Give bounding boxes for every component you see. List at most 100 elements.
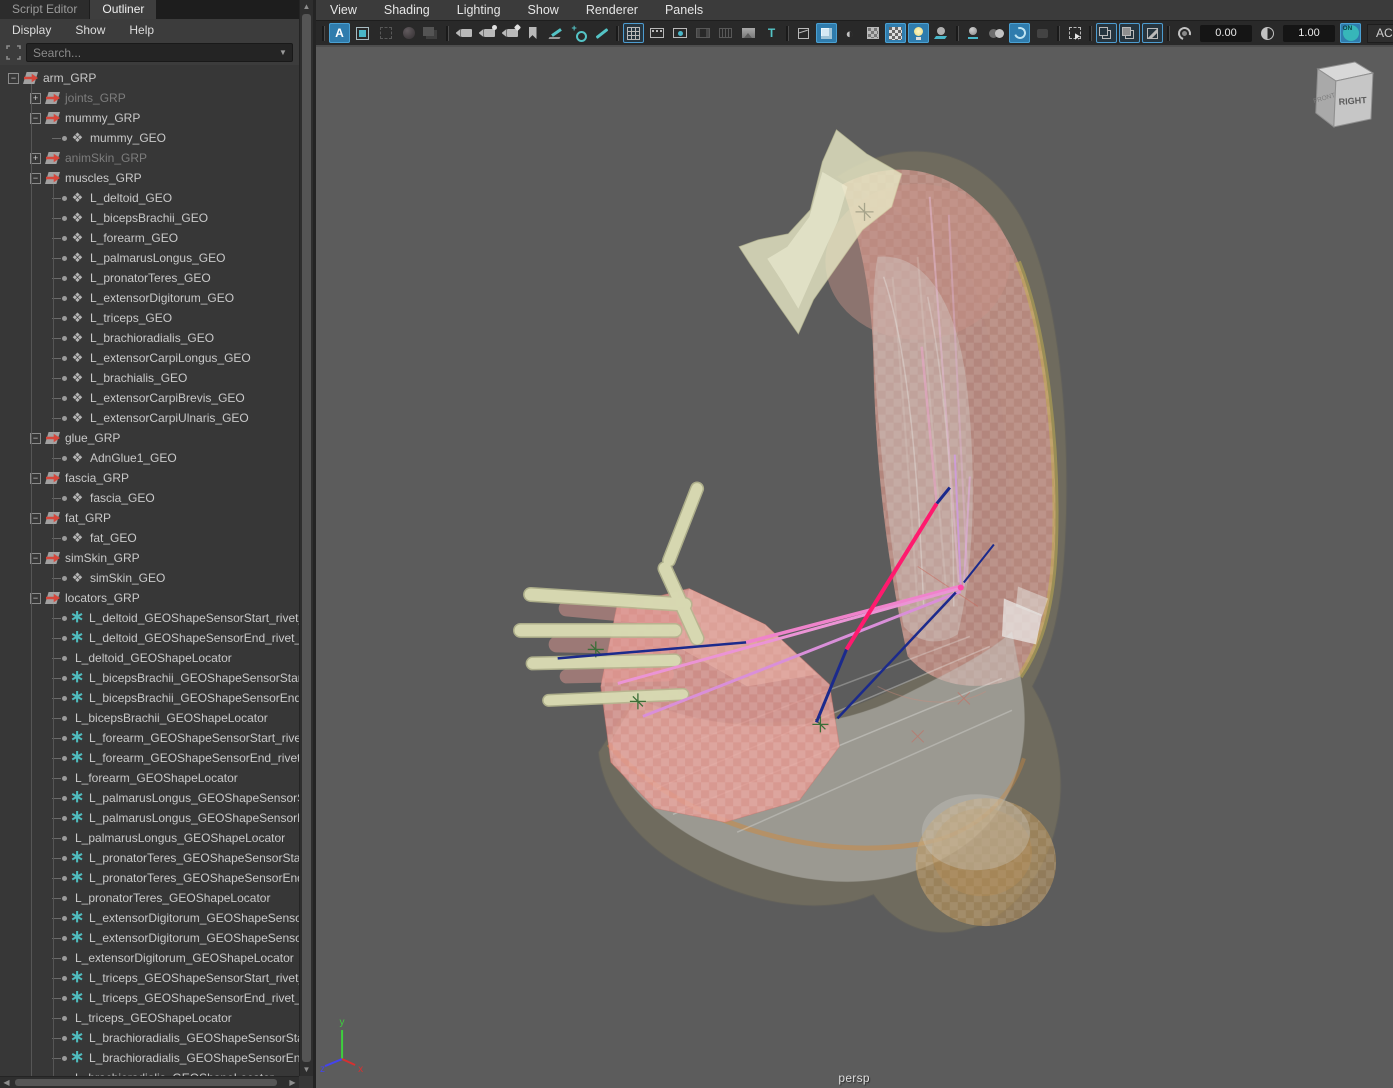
tree-item-L_extensorDigitorum_GEOShapeLocator[interactable]: L_extensorDigitorum_GEOShapeLocator bbox=[0, 948, 313, 968]
group-node-icon[interactable] bbox=[45, 432, 60, 444]
mesh-node-icon[interactable] bbox=[70, 410, 85, 426]
menu-help[interactable]: Help bbox=[129, 23, 154, 37]
group-node-icon[interactable] bbox=[45, 552, 60, 564]
mesh-node-icon[interactable] bbox=[70, 270, 85, 286]
tree-item-L_pronatorTeres_GEO[interactable]: L_pronatorTeres_GEO bbox=[0, 268, 313, 288]
tree-item-L_triceps_GEOShapeSensorEnd_rivet_loc[interactable]: L_triceps_GEOShapeSensorEnd_rivet_loc bbox=[0, 988, 313, 1008]
group-node-icon[interactable] bbox=[45, 592, 60, 604]
tree-item-L_extensorCarpiBrevis_GEO[interactable]: L_extensorCarpiBrevis_GEO bbox=[0, 388, 313, 408]
tree-item-L_deltoid_GEOShapeSensorEnd_rivet_loc[interactable]: L_deltoid_GEOShapeSensorEnd_rivet_loc bbox=[0, 628, 313, 648]
rivet-node-icon[interactable] bbox=[70, 810, 84, 826]
filter-selection-icon[interactable] bbox=[4, 44, 22, 62]
scroll-down-icon[interactable]: ▼ bbox=[300, 1063, 313, 1076]
checker-icon[interactable] bbox=[885, 23, 906, 43]
xray-active-icon[interactable] bbox=[1142, 23, 1163, 43]
tree-item-L_forearm_GEOShapeLocator[interactable]: L_forearm_GEOShapeLocator bbox=[0, 768, 313, 788]
vp-menu-view[interactable]: View bbox=[330, 3, 357, 17]
tree-item-L_pronatorTeres_GEOShapeSensorStart_rivet_loc[interactable]: L_pronatorTeres_GEOShapeSensorStart_rive… bbox=[0, 848, 313, 868]
tab-script-editor[interactable]: Script Editor bbox=[0, 0, 89, 19]
tree-item-mummy_GEO[interactable]: mummy_GEO bbox=[0, 128, 313, 148]
tree-item-L_forearm_GEOShapeSensorStart_rivet_loc[interactable]: L_forearm_GEOShapeSensorStart_rivet_loc bbox=[0, 728, 313, 748]
rivet-node-icon[interactable] bbox=[70, 870, 84, 886]
mesh-node-icon[interactable] bbox=[70, 570, 85, 586]
xray-icon[interactable] bbox=[1096, 23, 1117, 43]
group-node-icon[interactable] bbox=[45, 92, 60, 104]
shaded-icon[interactable] bbox=[816, 23, 837, 43]
rivet-node-icon[interactable] bbox=[70, 990, 84, 1006]
tree-item-L_triceps_GEOShapeLocator[interactable]: L_triceps_GEOShapeLocator bbox=[0, 1008, 313, 1028]
tree-item-L_bicepsBrachii_GEOShapeSensorStart_rivet_loc[interactable]: L_bicepsBrachii_GEOShapeSensorStart_rive… bbox=[0, 668, 313, 688]
mesh-node-icon[interactable] bbox=[70, 530, 85, 546]
collapse-icon[interactable]: − bbox=[8, 73, 19, 84]
bookmark-icon[interactable] bbox=[522, 23, 543, 43]
mesh-node-icon[interactable] bbox=[70, 330, 85, 346]
tree-item-fat_GRP[interactable]: −fat_GRP bbox=[0, 508, 313, 528]
tree-item-fascia_GEO[interactable]: fascia_GEO bbox=[0, 488, 313, 508]
group-node-icon[interactable] bbox=[45, 472, 60, 484]
shadows-icon[interactable] bbox=[931, 23, 952, 43]
tree-item-L_brachioradialis_GEO[interactable]: L_brachioradialis_GEO bbox=[0, 328, 313, 348]
view-cube[interactable]: RIGHT FRONT bbox=[1313, 62, 1373, 127]
rivet-node-icon[interactable] bbox=[70, 790, 84, 806]
depth-of-field-icon[interactable] bbox=[1032, 23, 1053, 43]
mesh-node-icon[interactable] bbox=[70, 450, 85, 466]
color-management-toggle[interactable]: ON bbox=[1340, 23, 1361, 43]
mesh-node-icon[interactable] bbox=[70, 230, 85, 246]
image-stack-icon[interactable] bbox=[421, 23, 442, 43]
mesh-node-icon[interactable] bbox=[70, 250, 85, 266]
search-input[interactable] bbox=[27, 46, 274, 60]
field-chart-icon[interactable] bbox=[715, 23, 736, 43]
material-override-icon[interactable]: ◐ bbox=[839, 23, 860, 43]
rivet-node-icon[interactable] bbox=[70, 630, 84, 646]
hud-icon[interactable]: T bbox=[761, 23, 782, 43]
tree-item-L_triceps_GEOShapeSensorStart_rivet_loc[interactable]: L_triceps_GEOShapeSensorStart_rivet_loc bbox=[0, 968, 313, 988]
rivet-node-icon[interactable] bbox=[70, 930, 84, 946]
outliner-vertical-scrollbar[interactable]: ▲ ▼ bbox=[299, 0, 313, 1076]
camera-attributes-icon[interactable] bbox=[499, 23, 520, 43]
tree-item-mummy_GRP[interactable]: −mummy_GRP bbox=[0, 108, 313, 128]
mesh-node-icon[interactable] bbox=[70, 310, 85, 326]
view-cube-front-label[interactable]: RIGHT bbox=[1338, 95, 1367, 107]
mesh-node-icon[interactable] bbox=[70, 490, 85, 506]
tree-item-L_pronatorTeres_GEOShapeSensorEnd_rivet_loc[interactable]: L_pronatorTeres_GEOShapeSensorEnd_rivet_… bbox=[0, 868, 313, 888]
menu-display[interactable]: Display bbox=[12, 23, 51, 37]
tree-item-L_pronatorTeres_GEOShapeLocator[interactable]: L_pronatorTeres_GEOShapeLocator bbox=[0, 888, 313, 908]
rivet-node-icon[interactable] bbox=[70, 1050, 84, 1066]
vp-menu-show[interactable]: Show bbox=[528, 3, 559, 17]
vp-menu-lighting[interactable]: Lighting bbox=[457, 3, 501, 17]
tree-item-muscles_GRP[interactable]: −muscles_GRP bbox=[0, 168, 313, 188]
tree-item-fascia_GRP[interactable]: −fascia_GRP bbox=[0, 468, 313, 488]
scroll-up-icon[interactable]: ▲ bbox=[300, 0, 313, 13]
rivet-node-icon[interactable] bbox=[70, 750, 84, 766]
mesh-node-icon[interactable] bbox=[70, 370, 85, 386]
contrast-icon[interactable] bbox=[1257, 23, 1278, 43]
tree-item-L_brachialis_GEO[interactable]: L_brachialis_GEO bbox=[0, 368, 313, 388]
film-gate-icon[interactable] bbox=[646, 23, 667, 43]
search-dropdown-icon[interactable]: ▼ bbox=[274, 48, 292, 57]
lights-icon[interactable] bbox=[908, 23, 929, 43]
antialias-swirl-icon[interactable] bbox=[1009, 23, 1030, 43]
mesh-node-icon[interactable] bbox=[70, 350, 85, 366]
tree-item-L_deltoid_GEOShapeSensorStart_rivet_loc[interactable]: L_deltoid_GEOShapeSensorStart_rivet_loc bbox=[0, 608, 313, 628]
tree-item-L_brachioradialis_GEOShapeSensorStart_rivet_loc[interactable]: L_brachioradialis_GEOShapeSensorStart_ri… bbox=[0, 1028, 313, 1048]
tree-item-simSkin_GRP[interactable]: −simSkin_GRP bbox=[0, 548, 313, 568]
tree-item-L_forearm_GEO[interactable]: L_forearm_GEO bbox=[0, 228, 313, 248]
tree-item-L_deltoid_GEO[interactable]: L_deltoid_GEO bbox=[0, 188, 313, 208]
rivet-node-icon[interactable] bbox=[70, 690, 84, 706]
rivet-node-icon[interactable] bbox=[70, 970, 84, 986]
xray-joints-icon[interactable] bbox=[1119, 23, 1140, 43]
tree-item-joints_GRP[interactable]: +joints_GRP bbox=[0, 88, 313, 108]
tree-item-AdnGlue1_GEO[interactable]: AdnGlue1_GEO bbox=[0, 448, 313, 468]
group-node-icon[interactable] bbox=[45, 172, 60, 184]
mesh-node-icon[interactable] bbox=[70, 210, 85, 226]
pan-zoom-icon[interactable] bbox=[568, 23, 589, 43]
exposure-icon[interactable] bbox=[1174, 23, 1195, 43]
tree-item-L_brachioradialis_GEOShapeSensorEnd_rivet_loc[interactable]: L_brachioradialis_GEOShapeSensorEnd_rive… bbox=[0, 1048, 313, 1068]
group-node-icon[interactable] bbox=[45, 512, 60, 524]
resolution-gate-icon[interactable] bbox=[669, 23, 690, 43]
tab-outliner[interactable]: Outliner bbox=[90, 0, 156, 19]
tree-item-L_bicepsBrachii_GEOShapeSensorEnd_rivet_loc[interactable]: L_bicepsBrachii_GEOShapeSensorEnd_rivet_… bbox=[0, 688, 313, 708]
vp-menu-shading[interactable]: Shading bbox=[384, 3, 430, 17]
mesh-node-icon[interactable] bbox=[70, 190, 85, 206]
antialias-a-icon[interactable]: A bbox=[329, 23, 350, 43]
